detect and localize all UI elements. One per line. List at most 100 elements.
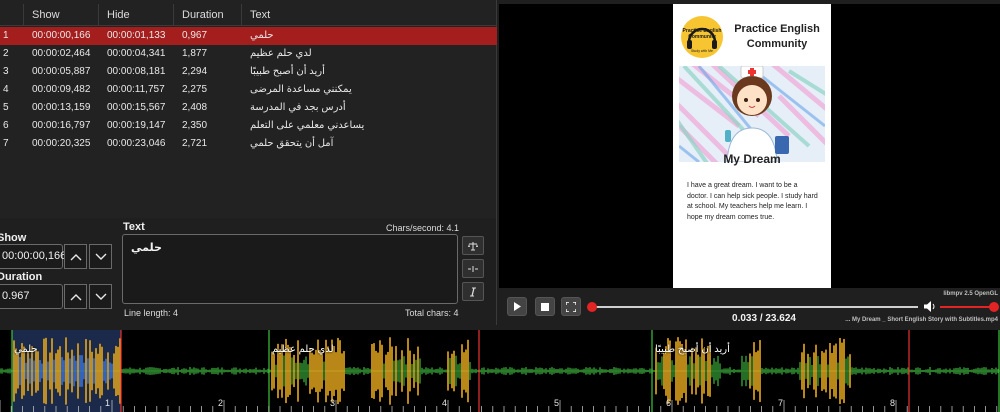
col-text-header[interactable]: Text [242, 4, 497, 26]
video-preview[interactable]: Practice English Community Study with Me… [499, 4, 1000, 288]
table-row[interactable]: 2 00:00:02,464 00:00:04,341 1,877 لدي حل… [0, 45, 497, 63]
col-duration-header[interactable]: Duration [174, 4, 242, 26]
subtitle-edit-panel: Show 00:00:00,166 Duration 0.967 Text Ch… [0, 218, 497, 325]
chevron-down-icon [95, 293, 106, 300]
table-row[interactable]: 4 00:00:09,482 00:00:11,757 2,275 يمكنني… [0, 81, 497, 99]
community-logo: Practice English Community Study with Me [681, 16, 723, 58]
volume-bar[interactable] [940, 306, 992, 308]
duration-decrease-button[interactable] [89, 284, 112, 309]
audio-waveform[interactable]: حلمي لدي حلم عظيم أريد أن أصبح طبيبًا 1 … [0, 330, 1000, 412]
row-show: 00:00:02,464 [32, 48, 91, 59]
row-text: أريد أن أصبح طبيبًا [250, 66, 325, 77]
italic-button[interactable] [462, 282, 484, 301]
row-duration: 1,877 [182, 48, 208, 59]
row-text: آمل أن يتحقق حلمي [250, 138, 334, 149]
row-show: 00:00:09,482 [32, 84, 91, 95]
video-frame: Practice English Community Study with Me… [673, 4, 831, 288]
logo-subtext: Study with Me [691, 49, 713, 53]
play-button[interactable] [507, 297, 527, 316]
time-tick-label: 6 [666, 398, 672, 408]
row-duration: 2,294 [182, 66, 208, 77]
row-number: 7 [3, 138, 9, 149]
row-hide: 00:00:01,133 [107, 30, 166, 41]
time-tick-label: 1 [105, 398, 111, 408]
row-text: حلمي [250, 30, 274, 41]
row-text: لدي حلم عظيم [250, 48, 312, 59]
brand-title: Practice English Community [734, 23, 820, 50]
row-show: 00:00:20,325 [32, 138, 91, 149]
row-hide: 00:00:23,046 [107, 138, 166, 149]
split-icon [468, 265, 478, 272]
table-row[interactable]: 6 00:00:16,797 00:00:19,147 2,350 يساعدن… [0, 117, 497, 135]
row-text: يساعدني معلمي على التعلم [250, 120, 365, 131]
row-show: 00:00:13,159 [32, 102, 91, 113]
show-time-input[interactable]: 00:00:00,166 [0, 244, 66, 269]
show-label: Show [0, 232, 27, 244]
line-length: Line length: 4 [124, 308, 179, 318]
seek-handle[interactable] [587, 302, 598, 312]
row-show: 00:00:05,887 [32, 66, 91, 77]
subtitle-grid[interactable]: Show Hide Duration Text 1 00:00:00,166 0… [0, 0, 497, 218]
row-duration: 2,275 [182, 84, 208, 95]
table-row[interactable]: 3 00:00:05,887 00:00:08,181 2,294 أريد أ… [0, 63, 497, 81]
fullscreen-icon [566, 301, 576, 312]
seek-bar[interactable] [592, 306, 918, 308]
time-tick-label: 2 [218, 398, 224, 408]
playback-time: 0.033 / 23.624 [732, 313, 796, 324]
split-line-button[interactable] [462, 259, 484, 278]
row-duration: 2,350 [182, 120, 208, 131]
time-tick-label: 7 [778, 398, 784, 408]
waveform-canvas[interactable] [0, 330, 1000, 412]
subtitle-text-input[interactable]: حلمي [122, 234, 458, 304]
table-row[interactable]: 1 00:00:00,166 00:00:01,133 0,967 حلمي [0, 27, 497, 45]
volume-handle[interactable] [989, 302, 999, 312]
chevron-up-icon [70, 293, 81, 300]
row-hide: 00:00:19,147 [107, 120, 166, 131]
play-icon [514, 302, 521, 311]
row-number: 2 [3, 48, 9, 59]
duration-increase-button[interactable] [64, 284, 87, 309]
row-duration: 0,967 [182, 30, 208, 41]
row-number: 3 [3, 66, 9, 77]
balance-icon [468, 241, 478, 250]
row-number: 4 [3, 84, 9, 95]
col-number-header[interactable] [0, 4, 24, 26]
row-show: 00:00:00,166 [32, 30, 91, 41]
story-text: I have a great dream. I want to be a doc… [687, 182, 818, 221]
volume-icon[interactable] [924, 301, 936, 312]
row-number: 6 [3, 120, 9, 131]
grid-header: Show Hide Duration Text [0, 4, 497, 26]
row-show: 00:00:16,797 [32, 120, 91, 131]
duration-input[interactable]: 0.967 [0, 284, 63, 309]
row-duration: 2,408 [182, 102, 208, 113]
chevron-down-icon [95, 253, 106, 260]
text-label: Text [123, 221, 145, 233]
stop-button[interactable] [535, 297, 555, 316]
row-hide: 00:00:11,757 [107, 84, 165, 95]
chevron-up-icon [70, 253, 81, 260]
player-controls: 0.033 / 23.624 libmpv 2.5 OpenGL ... My … [499, 288, 1000, 326]
time-tick-label: 5 [554, 398, 560, 408]
col-hide-header[interactable]: Hide [99, 4, 174, 26]
time-tick-label: 8 [890, 398, 896, 408]
row-hide: 00:00:04,341 [107, 48, 166, 59]
show-increase-button[interactable] [64, 244, 87, 269]
show-decrease-button[interactable] [89, 244, 112, 269]
fullscreen-button[interactable] [561, 297, 581, 316]
table-row[interactable]: 5 00:00:13,159 00:00:15,567 2,408 أدرس ب… [0, 99, 497, 117]
stop-icon [541, 302, 549, 311]
time-tick-label: 4 [442, 398, 448, 408]
row-number: 5 [3, 102, 9, 113]
row-number: 1 [3, 30, 9, 41]
balance-button[interactable] [462, 236, 484, 255]
table-row[interactable]: 7 00:00:20,325 00:00:23,046 2,721 آمل أن… [0, 135, 497, 153]
col-show-header[interactable]: Show [24, 4, 99, 26]
italic-icon [470, 287, 476, 296]
video-filename: ... My Dream _ Short English Story with … [845, 317, 998, 323]
time-tick-label: 3 [330, 398, 336, 408]
waveform-paragraph-label: حلمي [14, 344, 38, 355]
duration-label: Duration [0, 271, 43, 283]
row-duration: 2,721 [182, 138, 208, 149]
logo-text: Practice English Community [682, 28, 722, 40]
waveform-paragraph-label: أريد أن أصبح طبيبًا [655, 344, 730, 355]
